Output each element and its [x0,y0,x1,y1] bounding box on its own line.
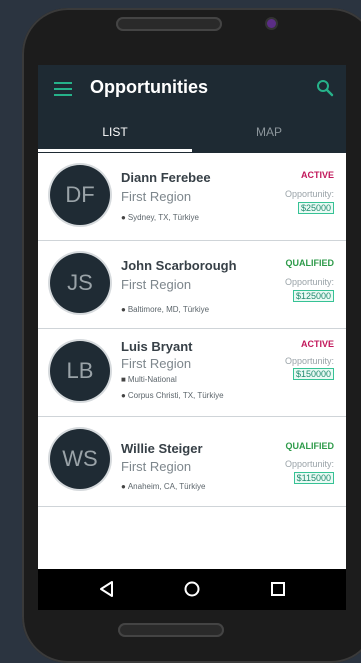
back-icon[interactable] [97,579,117,599]
location-row: ● Baltimore, MD, Türkiye [121,305,209,314]
location-text: Anaheim, CA, Türkiye [127,482,206,491]
search-icon[interactable] [316,79,334,97]
earpiece-speaker [116,17,222,31]
building-icon: ■ [121,375,126,384]
status-badge: QUALIFIED [285,258,335,268]
region-label: First Region [121,189,192,204]
status-badge: ACTIVE [300,170,334,180]
opportunity-amount: $25000 [297,202,334,214]
hamburger-menu-icon[interactable] [54,82,72,96]
opportunity-amount: $115000 [293,472,334,484]
opportunity-list: DF Diann Ferebee First Region ● Sydney, T… [38,153,346,507]
segment-row: ■ Multi-National [121,375,177,384]
location-pin-icon: ● [121,482,126,491]
location-text: Baltimore, MD, Türkiye [127,305,210,314]
bottom-speaker [118,623,224,637]
region-label: First Region [121,459,192,474]
opportunity-amount: $150000 [292,368,334,380]
front-camera-icon [267,19,276,28]
location-pin-icon: ● [121,213,126,222]
status-badge: QUALIFIED [285,441,335,451]
contact-name: Luis Bryant [121,339,193,354]
list-item[interactable]: WS Willie Steiger First Region ● Anaheim,… [38,417,346,507]
contact-name: Diann Ferebee [121,170,211,185]
opportunity-label: Opportunity: [284,459,334,469]
opportunity-label: Opportunity: [284,189,334,199]
avatar: LB [50,341,110,401]
app-screen: Opportunities LIST MAP DF Diann Ferebee … [38,65,346,610]
avatar: DF [50,165,110,225]
app-bar: Opportunities LIST MAP [38,65,346,153]
opportunity-label: Opportunity: [284,356,334,366]
tab-map[interactable]: MAP [192,125,346,139]
region-label: First Region [121,277,192,292]
page-title: Opportunities [90,77,208,97]
location-row: ● Sydney, TX, Türkiye [121,213,199,222]
location-row: ● Anaheim, CA, Türkiye [121,482,206,491]
active-tab-indicator [38,149,192,152]
recents-icon[interactable] [268,579,288,599]
location-pin-icon: ● [121,391,126,400]
location-text: Corpus Christi, TX, Türkiye [127,391,224,400]
region-label: First Region [121,356,192,371]
tab-list[interactable]: LIST [38,125,192,139]
location-row: ● Corpus Christi, TX, Türkiye [121,391,224,400]
avatar: JS [50,253,110,313]
opportunity-amount: $125000 [292,290,334,302]
contact-name: Willie Steiger [121,441,203,456]
contact-name: John Scarborough [121,258,237,273]
system-nav-bar [38,569,346,610]
home-icon[interactable] [182,579,202,599]
status-badge: ACTIVE [300,339,334,349]
avatar: WS [50,429,110,489]
location-text: Sydney, TX, Türkiye [127,213,199,222]
list-item[interactable]: JS John Scarborough First Region ● Baltim… [38,241,346,329]
opportunity-label: Opportunity: [284,277,334,287]
location-pin-icon: ● [121,305,126,314]
list-item[interactable]: DF Diann Ferebee First Region ● Sydney, T… [38,153,346,241]
segment-text: Multi-National [127,375,177,384]
list-item[interactable]: LB Luis Bryant First Region ■ Multi-Natio… [38,329,346,417]
